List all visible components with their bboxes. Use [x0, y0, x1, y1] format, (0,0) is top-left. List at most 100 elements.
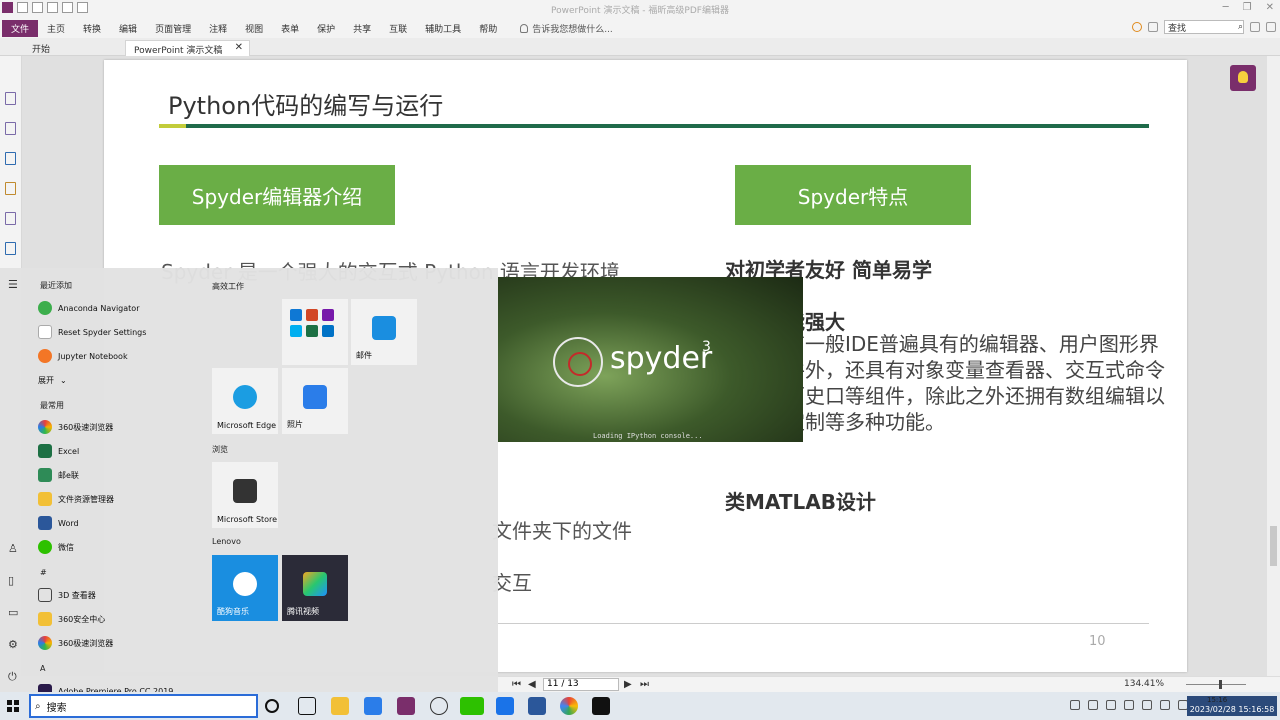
task-view-icon[interactable]: [298, 697, 316, 715]
menu-protect[interactable]: 保护: [308, 22, 344, 35]
store-tile[interactable]: Microsoft Store: [212, 462, 278, 528]
comments-icon[interactable]: [5, 182, 16, 195]
list-item[interactable]: Reset Spyder Settings: [38, 322, 146, 342]
scrollbar-thumb[interactable]: [1270, 526, 1277, 566]
hamburger-icon[interactable]: ☰: [8, 278, 18, 291]
restore-icon[interactable]: ❐: [1243, 2, 1252, 13]
list-item[interactable]: Word: [38, 513, 79, 533]
zoom-slider-knob[interactable]: [1219, 680, 1222, 689]
pictures-icon[interactable]: ▭: [8, 606, 18, 619]
tools-icon[interactable]: [1148, 22, 1158, 32]
first-page-icon[interactable]: ⏮: [512, 679, 521, 690]
close-icon[interactable]: ✕: [1266, 2, 1274, 13]
prev-page-icon[interactable]: ◀: [528, 679, 536, 690]
skin-icon[interactable]: [1132, 22, 1142, 32]
menu-file[interactable]: 文件: [2, 19, 39, 37]
last-page-icon[interactable]: ⏭: [640, 679, 649, 690]
next-page-icon[interactable]: ▶: [624, 679, 632, 690]
word-taskbar-icon[interactable]: [528, 697, 546, 715]
tray-icon[interactable]: [1142, 700, 1152, 710]
tell-me-box[interactable]: 告诉我您想做什么...: [520, 22, 613, 35]
power-icon[interactable]: ⏻: [8, 670, 17, 684]
menu-page-manage[interactable]: 页面管理: [146, 22, 200, 35]
menu-home[interactable]: 主页: [38, 22, 74, 35]
list-item[interactable]: Anaconda Navigator: [38, 298, 139, 318]
menu-form[interactable]: 表单: [272, 22, 308, 35]
list-item[interactable]: 文件资源管理器: [38, 489, 114, 509]
attachment-icon[interactable]: [5, 212, 16, 225]
list-item[interactable]: 360极速浏览器: [38, 633, 113, 653]
security-icon[interactable]: [5, 242, 16, 255]
recent-header: 最近添加: [40, 281, 72, 290]
list-item[interactable]: 微信: [38, 537, 74, 557]
chrome-icon[interactable]: [560, 697, 578, 715]
bookmark-icon[interactable]: [5, 92, 16, 105]
list-item[interactable]: Jupyter Notebook: [38, 346, 128, 366]
tencent-video-tile[interactable]: 腾讯视频: [282, 555, 348, 621]
zoom-slider[interactable]: [1186, 680, 1246, 689]
photos-tile[interactable]: 照片: [282, 368, 348, 434]
menu-convert[interactable]: 转换: [74, 22, 110, 35]
list-item[interactable]: 邮e联: [38, 465, 79, 485]
clock-time: 15:16: [1207, 696, 1228, 704]
kugou-tile[interactable]: 酷狗音乐: [212, 555, 278, 621]
list-item[interactable]: 360安全中心: [38, 609, 105, 629]
wechat-taskbar-icon[interactable]: [460, 697, 484, 715]
chevron-down-icon: ⌄: [60, 375, 67, 385]
menu-help[interactable]: 帮助: [470, 22, 506, 35]
file-explorer-icon[interactable]: [331, 697, 349, 715]
tray-icon[interactable]: [1124, 700, 1134, 710]
list-item[interactable]: 3D 查看器: [38, 585, 96, 605]
mail-tile[interactable]: 邮件: [351, 299, 417, 365]
tab-document[interactable]: PowerPoint 演示文稿 ✕: [125, 40, 250, 56]
tray-icon[interactable]: [1106, 700, 1116, 710]
pages-icon[interactable]: [5, 122, 16, 135]
wechat-icon: [38, 540, 52, 554]
windows-start-icon[interactable]: [7, 700, 19, 712]
menu-comment[interactable]: 注释: [200, 22, 236, 35]
foxit-icon[interactable]: [397, 697, 415, 715]
tray-icon[interactable]: [1070, 700, 1080, 710]
terminal-icon[interactable]: [592, 697, 610, 715]
menu-share[interactable]: 共享: [344, 22, 380, 35]
document-tabs: 开始 PowerPoint 演示文稿 ✕: [0, 38, 1280, 56]
settings-icon[interactable]: [1250, 22, 1260, 32]
edge-tile[interactable]: Microsoft Edge: [212, 368, 278, 434]
settings-gear-icon[interactable]: ⚙: [8, 638, 18, 651]
close-tab-icon[interactable]: ✕: [235, 42, 243, 53]
onedrive-icon: [290, 309, 302, 321]
office-tile[interactable]: [282, 299, 348, 365]
app2-taskbar-icon[interactable]: [496, 697, 514, 715]
menu-accessibility[interactable]: 辅助工具: [416, 22, 470, 35]
user-icon[interactable]: ♙: [8, 542, 18, 555]
settings-taskbar-icon[interactable]: [430, 697, 448, 715]
taskbar-search-text: 搜索: [46, 702, 67, 714]
browse-header: 浏览: [212, 445, 228, 454]
menu-view[interactable]: 视图: [236, 22, 272, 35]
tab-start[interactable]: 开始: [24, 40, 124, 56]
expand-button[interactable]: 展开 ⌄: [38, 370, 67, 390]
taskbar-search-input[interactable]: ⌕ 搜索: [29, 694, 258, 718]
vertical-scrollbar[interactable]: [1267, 56, 1280, 676]
page-number-input[interactable]: 11 / 13: [543, 678, 619, 691]
documents-icon[interactable]: ▯: [8, 574, 14, 587]
minimize-icon[interactable]: ─: [1223, 2, 1229, 13]
kugou-icon: [233, 572, 257, 596]
splash-wordmark: spyder: [610, 341, 713, 376]
layers-icon[interactable]: [5, 152, 16, 165]
tray-icon[interactable]: [1088, 700, 1098, 710]
find-input[interactable]: 查找 ⌕: [1164, 20, 1244, 34]
tray-icon[interactable]: [1160, 700, 1170, 710]
clock[interactable]: 15:16 2023/02/28 15:16:58: [1187, 696, 1277, 716]
menu-connect[interactable]: 互联: [380, 22, 416, 35]
menu-edit[interactable]: 编辑: [110, 22, 146, 35]
list-item[interactable]: 360极速浏览器: [38, 417, 113, 437]
list-item[interactable]: Excel: [38, 441, 79, 461]
cortana-icon[interactable]: [265, 699, 279, 713]
app-taskbar-icon[interactable]: [364, 697, 382, 715]
layout-icon[interactable]: [1266, 22, 1276, 32]
tips-bulb-icon[interactable]: [1230, 65, 1256, 91]
find-placeholder: 查找: [1168, 23, 1187, 34]
folder-icon: [38, 612, 52, 626]
zoom-level[interactable]: 134.41%: [1124, 679, 1164, 689]
